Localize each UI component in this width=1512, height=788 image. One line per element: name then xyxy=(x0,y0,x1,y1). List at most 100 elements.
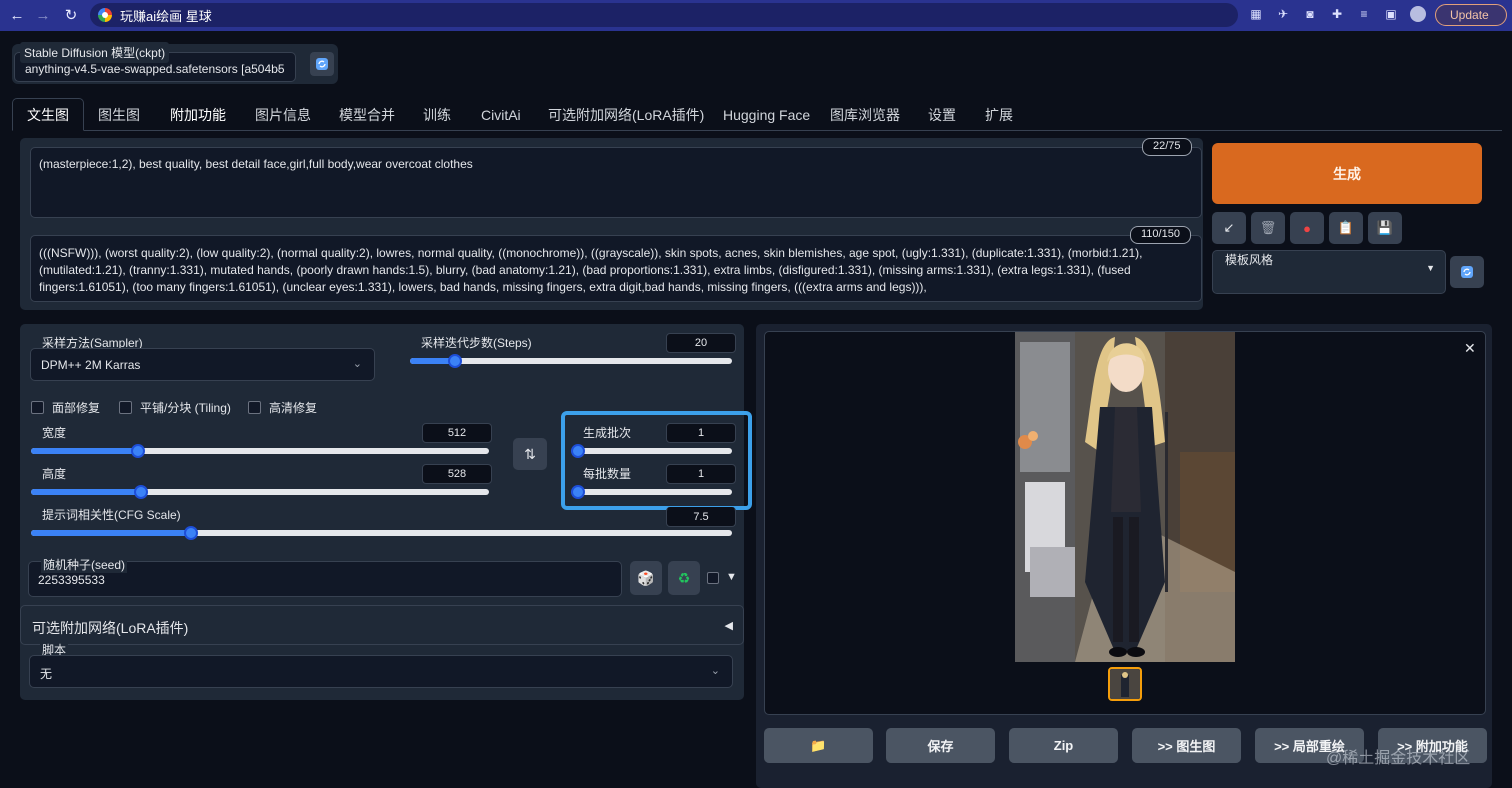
positive-token-count: 22/75 xyxy=(1142,138,1192,156)
extension-blue-icon[interactable]: ✈ xyxy=(1275,6,1291,22)
tiling-checkbox[interactable]: 平铺/分块 (Tiling) xyxy=(119,399,231,416)
tab-gallery[interactable]: 图库浏览器 xyxy=(816,98,914,131)
cfg-input[interactable]: 7.5 xyxy=(666,507,736,527)
camera-icon[interactable]: ◙ xyxy=(1302,6,1318,22)
save-style-button[interactable]: 💾 xyxy=(1368,212,1402,244)
tab-txt2img[interactable]: 文生图 xyxy=(12,98,84,131)
swap-arrows-icon: ⇅ xyxy=(524,445,536,462)
checkpoint-value: anything-v4.5-vae-swapped.safetensors [a… xyxy=(25,62,285,76)
send-to-img2img-button[interactable]: >> 图生图 xyxy=(1132,728,1241,763)
lora-accordion[interactable]: 可选附加网络(LoRA插件) ◀ xyxy=(20,605,744,645)
hires-checkbox[interactable]: 高清修复 xyxy=(248,399,317,416)
batch-count-slider-handle[interactable] xyxy=(571,444,585,458)
steps-slider-handle[interactable] xyxy=(448,354,462,368)
checkpoint-label: Stable Diffusion 模型(ckpt) xyxy=(20,42,170,63)
cfg-slider-handle[interactable] xyxy=(184,526,198,540)
back-icon[interactable]: ← xyxy=(4,2,30,28)
clear-prompt-button[interactable]: 🗑 xyxy=(1251,212,1285,244)
chevron-down-icon: ⌄ xyxy=(710,665,720,677)
seed-input[interactable]: 2253395533 xyxy=(38,573,105,587)
watermark: @稀土掘金技术社区 xyxy=(1326,750,1471,767)
refresh-style-button[interactable] xyxy=(1450,256,1484,288)
refresh-icon xyxy=(316,58,328,70)
height-slider[interactable] xyxy=(31,485,489,499)
save-button[interactable]: 保存 xyxy=(886,728,995,763)
tab-merge[interactable]: 模型合并 xyxy=(325,98,409,131)
reload-icon[interactable]: ↻ xyxy=(58,2,84,28)
hires-label: 高清修复 xyxy=(269,401,318,415)
random-seed-button[interactable]: 🎲 xyxy=(630,561,662,595)
forward-icon[interactable]: → xyxy=(30,2,56,28)
positive-prompt-input[interactable]: (masterpiece:1,2), best quality, best de… xyxy=(30,147,1202,218)
puzzle-icon[interactable]: ✚ xyxy=(1329,6,1345,22)
tab-huggingface[interactable]: Hugging Face xyxy=(709,98,824,131)
apply-style-button[interactable]: 📋 xyxy=(1329,212,1363,244)
image-thumbnail[interactable] xyxy=(1108,667,1142,701)
reuse-seed-button[interactable]: ♻ xyxy=(668,561,700,595)
tab-extensions[interactable]: 扩展 xyxy=(971,98,1027,131)
extra-networks-button[interactable]: ● xyxy=(1290,212,1324,244)
lora-title: 可选附加网络(LoRA插件) xyxy=(32,620,189,636)
open-folder-button[interactable]: 📁 xyxy=(764,728,873,763)
negative-prompt-input[interactable]: (((NSFW))), (worst quality:2), (low qual… xyxy=(30,235,1202,302)
queue-icon[interactable]: ≡ xyxy=(1356,6,1372,22)
seed-label: 随机种子(seed) xyxy=(41,556,128,573)
width-slider[interactable] xyxy=(31,444,489,458)
face-fix-label: 面部修复 xyxy=(52,401,101,415)
tab-settings[interactable]: 设置 xyxy=(914,98,970,131)
update-button[interactable]: Update⋮ xyxy=(1435,4,1512,26)
seed-field: 随机种子(seed) 2253395533 xyxy=(28,556,622,597)
batch-count-input[interactable]: 1 xyxy=(666,423,736,443)
refresh-icon xyxy=(1461,266,1473,278)
steps-slider[interactable] xyxy=(410,354,732,368)
batch-size-label: 每批数量 xyxy=(583,467,632,481)
tab-train[interactable]: 训练 xyxy=(409,98,465,131)
style-dropdown[interactable]: 模板风格 ▼ xyxy=(1212,250,1446,294)
cfg-slider[interactable] xyxy=(31,526,732,540)
face-fix-checkbox[interactable]: 面部修复 xyxy=(31,399,100,416)
tab-lora[interactable]: 可选附加网络(LoRA插件) xyxy=(534,98,718,131)
refresh-checkpoint-button[interactable] xyxy=(310,52,334,76)
extra-seed-toggle-icon[interactable]: ▼ xyxy=(726,571,737,583)
read-params-button[interactable]: ↙ xyxy=(1212,212,1246,244)
generated-image[interactable] xyxy=(1015,332,1235,662)
width-slider-handle[interactable] xyxy=(131,444,145,458)
sampler-value: DPM++ 2M Karras xyxy=(41,358,141,372)
avatar[interactable] xyxy=(1410,6,1426,22)
floppy-icon: 💾 xyxy=(1376,220,1394,235)
checkpoint-selector: anything-v4.5-vae-swapped.safetensors [a… xyxy=(12,42,338,84)
address-text: 玩赚ai绘画 星球 xyxy=(120,8,212,24)
cfg-label: 提示词相关性(CFG Scale) xyxy=(42,508,181,522)
dice-icon: 🎲 xyxy=(637,569,655,586)
negative-token-count: 110/150 xyxy=(1130,226,1191,244)
sampler-dropdown[interactable]: DPM++ 2M Karras ⌄ xyxy=(30,348,375,381)
script-dropdown[interactable]: 无 ⌄ xyxy=(29,655,733,688)
tiling-label: 平铺/分块 (Tiling) xyxy=(140,401,231,415)
extra-seed-checkbox[interactable] xyxy=(707,572,719,584)
width-input[interactable]: 512 xyxy=(422,423,492,443)
update-label: Update xyxy=(1450,8,1489,22)
main-tabs: 文生图 图生图 附加功能 图片信息 模型合并 训练 CivitAi 可选附加网络… xyxy=(12,98,1502,131)
batch-size-slider[interactable] xyxy=(571,485,732,499)
address-bar[interactable]: 玩赚ai绘画 星球 xyxy=(90,3,1238,27)
zip-button[interactable]: Zip xyxy=(1009,728,1118,763)
swap-dimensions-button[interactable]: ⇅ xyxy=(513,438,547,470)
close-icon[interactable]: ✕ xyxy=(1464,340,1476,357)
arrow-down-left-icon: ↙ xyxy=(1223,220,1235,235)
tab-img2img[interactable]: 图生图 xyxy=(84,98,154,131)
steps-input[interactable]: 20 xyxy=(666,333,736,353)
tab-civitai[interactable]: CivitAi xyxy=(467,98,535,131)
generate-button[interactable]: 生成 xyxy=(1212,143,1482,204)
qr-icon[interactable]: ▦ xyxy=(1248,6,1264,22)
height-label: 高度 xyxy=(42,467,67,481)
tab-extras[interactable]: 附加功能 xyxy=(156,98,240,131)
batch-count-slider[interactable] xyxy=(571,444,732,458)
tab-png-info[interactable]: 图片信息 xyxy=(241,98,325,131)
batch-size-input[interactable]: 1 xyxy=(666,464,736,484)
batch-size-slider-handle[interactable] xyxy=(571,485,585,499)
height-slider-handle[interactable] xyxy=(134,485,148,499)
thumbnail-image xyxy=(1110,669,1140,699)
anime-girl-illustration xyxy=(1015,332,1235,662)
height-input[interactable]: 528 xyxy=(422,464,492,484)
sidepanel-icon[interactable]: ▣ xyxy=(1383,6,1399,22)
